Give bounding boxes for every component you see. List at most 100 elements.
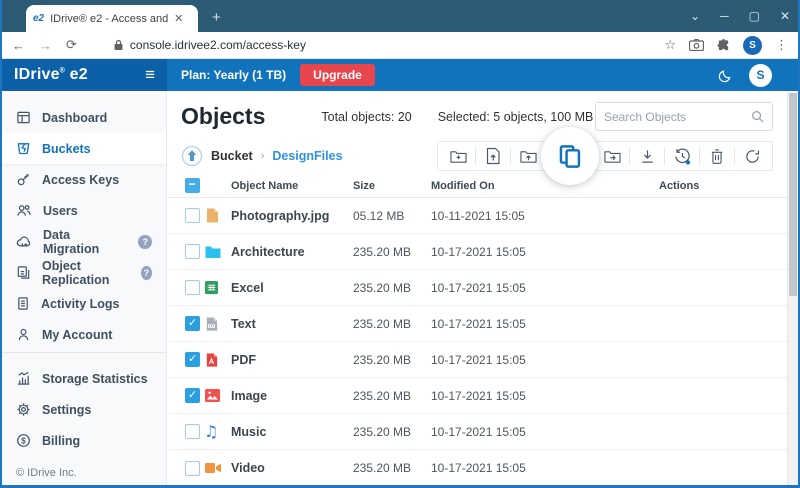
plan-label: Plan: Yearly (1 TB) <box>181 68 286 82</box>
download-icon <box>639 148 656 165</box>
create-folder-button[interactable] <box>441 142 475 170</box>
sidebar-item-storage-statistics[interactable]: Storage Statistics <box>2 363 166 394</box>
window-minimize-icon[interactable]: ─ <box>720 9 729 23</box>
browser-urlbar: ← → ⟳ console.idrivee2.com/access-key ☆ … <box>2 32 798 59</box>
trash-icon <box>709 148 725 165</box>
selected-objects-label: Selected: 5 objects, 100 MB <box>438 110 594 124</box>
sidebar-item-data-migration[interactable]: Data Migration ? <box>2 226 166 257</box>
snapshots-history-icon <box>673 147 692 166</box>
help-badge-icon[interactable]: ? <box>138 235 152 249</box>
browser-titlebar: e2 IDrive® e2 - Access and secret ke ✕ +… <box>2 0 798 32</box>
table-row[interactable]: Image 235.20 MB 10-17-2021 15:05 <box>167 378 787 414</box>
excel-file-icon <box>204 280 219 295</box>
idrive-e2-logo: IDrive® e2 <box>14 66 88 84</box>
camera-icon[interactable] <box>689 39 704 51</box>
browser-tab[interactable]: e2 IDrive® e2 - Access and secret ke ✕ <box>26 5 198 32</box>
scrollbar-thumb[interactable] <box>789 93 797 296</box>
tab-close-icon[interactable]: ✕ <box>174 12 183 25</box>
row-checkbox[interactable] <box>185 424 200 439</box>
bucket-up-icon[interactable] <box>181 145 203 167</box>
billing-icon: $ <box>16 433 31 448</box>
search-input[interactable] <box>604 110 751 124</box>
refresh-button[interactable] <box>735 142 769 170</box>
jpg-file-icon <box>204 207 220 224</box>
row-checkbox[interactable] <box>185 280 200 295</box>
extensions-puzzle-icon[interactable] <box>717 39 730 52</box>
account-avatar[interactable]: S <box>749 64 772 87</box>
window-chevron-icon[interactable]: ⌄ <box>690 9 700 23</box>
move-button[interactable] <box>595 142 629 170</box>
browser-menu-icon[interactable]: ⋮ <box>775 37 788 53</box>
url-text[interactable]: console.idrivee2.com/access-key <box>130 38 306 52</box>
text-file-icon: TXT <box>204 316 219 332</box>
hamburger-menu-icon[interactable]: ≡ <box>145 65 155 85</box>
sidebar-item-access-keys[interactable]: Access Keys <box>2 164 166 195</box>
row-checkbox[interactable] <box>185 316 200 331</box>
upload-file-icon <box>485 147 501 165</box>
window-maximize-icon[interactable]: ▢ <box>749 9 760 23</box>
breadcrumb-designfiles[interactable]: DesignFiles <box>272 149 342 163</box>
objects-table: Object Name Size Modified On Actions Pho… <box>167 174 787 485</box>
column-object-name: Object Name <box>231 180 353 192</box>
table-row[interactable]: Architecture 235.20 MB 10-17-2021 15:05 <box>167 234 787 270</box>
sidebar-divider <box>2 352 166 353</box>
row-checkbox[interactable] <box>185 461 200 476</box>
snapshots-button[interactable] <box>665 142 699 170</box>
upload-file-button[interactable] <box>476 142 510 170</box>
replication-icon <box>16 265 31 280</box>
reload-icon[interactable]: ⟳ <box>66 37 77 53</box>
breadcrumb-bucket[interactable]: Bucket <box>211 149 253 163</box>
row-checkbox[interactable] <box>185 244 200 259</box>
pdf-file-icon <box>204 352 219 368</box>
select-all-checkbox[interactable] <box>185 178 200 193</box>
copy-button-spotlight[interactable] <box>541 127 599 185</box>
video-file-icon <box>204 461 222 475</box>
row-checkbox[interactable] <box>185 388 200 403</box>
svg-text:$: $ <box>21 436 26 445</box>
delete-button[interactable] <box>700 142 734 170</box>
table-row[interactable]: ♫ Music 235.20 MB 10-17-2021 15:05 <box>167 414 787 450</box>
dark-mode-moon-icon[interactable] <box>718 68 733 83</box>
new-tab-button[interactable]: + <box>212 9 221 26</box>
sidebar-item-my-account[interactable]: My Account <box>2 319 166 350</box>
activity-logs-icon <box>16 296 30 311</box>
sidebar-item-buckets[interactable]: Buckets <box>2 133 166 164</box>
search-icon <box>751 110 764 123</box>
table-row[interactable]: Video 235.20 MB 10-17-2021 15:05 <box>167 450 787 485</box>
statistics-icon <box>16 371 31 386</box>
total-objects-label: Total objects: 20 <box>321 110 411 124</box>
upgrade-button[interactable]: Upgrade <box>300 64 375 86</box>
upload-folder-button[interactable] <box>511 142 545 170</box>
sidebar-item-users[interactable]: Users <box>2 195 166 226</box>
table-row[interactable]: Photography.jpg 05.12 MB 10-11-2021 15:0… <box>167 198 787 234</box>
window-close-icon[interactable]: ✕ <box>780 9 790 23</box>
breadcrumb: Bucket › DesignFiles <box>181 145 343 167</box>
help-badge-icon[interactable]: ? <box>141 266 152 280</box>
gear-icon <box>16 402 31 417</box>
download-button[interactable] <box>630 142 664 170</box>
sidebar-item-activity-logs[interactable]: Activity Logs <box>2 288 166 319</box>
sidebar-item-billing[interactable]: $ Billing <box>2 425 166 456</box>
users-icon <box>16 203 32 218</box>
sidebar-item-settings[interactable]: Settings <box>2 394 166 425</box>
table-row[interactable]: PDF 235.20 MB 10-17-2021 15:05 <box>167 342 787 378</box>
breadcrumb-separator: › <box>261 150 265 162</box>
table-row[interactable]: Excel 235.20 MB 10-17-2021 15:05 <box>167 270 787 306</box>
row-checkbox[interactable] <box>185 208 200 223</box>
table-row[interactable]: TXT Text 235.20 MB 10-17-2021 15:05 <box>167 306 787 342</box>
sidebar-item-dashboard[interactable]: Dashboard <box>2 102 166 133</box>
lock-icon <box>113 39 124 51</box>
folder-icon <box>204 244 222 260</box>
sidebar-item-object-replication[interactable]: Object Replication ? <box>2 257 166 288</box>
back-icon[interactable]: ← <box>12 38 25 53</box>
forward-icon[interactable]: → <box>39 38 52 53</box>
upload-folder-icon <box>519 148 538 165</box>
favicon-e2: e2 <box>33 13 44 24</box>
main-content: Objects Total objects: 20 Selected: 5 ob… <box>167 92 787 485</box>
page-scrollbar[interactable] <box>787 92 798 485</box>
browser-profile-avatar[interactable]: S <box>743 36 762 55</box>
app-header: IDrive® e2 ≡ Plan: Yearly (1 TB) Upgrade… <box>2 59 798 91</box>
row-checkbox[interactable] <box>185 352 200 367</box>
dashboard-icon <box>16 110 31 125</box>
bookmark-star-icon[interactable]: ☆ <box>664 37 676 53</box>
